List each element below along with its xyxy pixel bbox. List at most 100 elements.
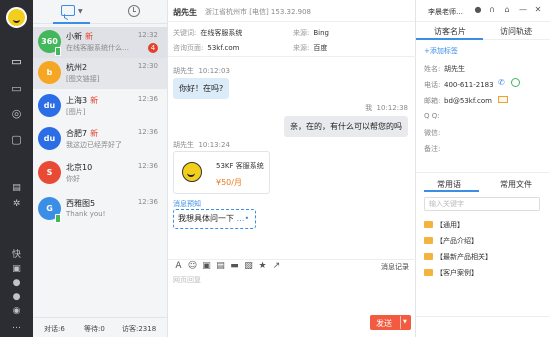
- phrase-folder[interactable]: 【产品介绍】: [424, 236, 478, 246]
- preview-label: 消息预知: [173, 200, 201, 208]
- close-icon[interactable]: ✕: [533, 5, 543, 15]
- contact-item[interactable]: b 杭州2 12:30 [图文链接]: [33, 58, 167, 89]
- phone-icon[interactable]: ✆: [498, 78, 507, 87]
- image-icon[interactable]: ▣: [201, 261, 212, 272]
- headset-icon[interactable]: ∩: [487, 5, 497, 15]
- list-tabs: ▼: [33, 0, 167, 24]
- star-icon[interactable]: ★: [257, 261, 268, 272]
- alert-icon[interactable]: ◉: [10, 305, 23, 318]
- share-icon[interactable]: ↗: [271, 261, 282, 272]
- message-meta: 我 10:12:38: [365, 104, 408, 112]
- chat-header: 胡先生 浙江省杭州市 [电信] 153.32.908: [168, 0, 415, 22]
- app-logo: [6, 7, 27, 28]
- contact-item[interactable]: du 合肥7 新 12:36 我这边已经弄好了: [33, 124, 167, 155]
- field-email: 邮箱: bd@53kf.com: [424, 97, 492, 105]
- tab-visit-track[interactable]: 访问轨迹: [500, 26, 532, 37]
- send-label: 发送: [376, 319, 392, 328]
- chevron-down-icon[interactable]: ▼: [403, 319, 407, 325]
- report-icon[interactable]: ▤: [10, 182, 23, 195]
- contacts-icon[interactable]: ●: [10, 277, 23, 290]
- folder-icon[interactable]: ▬: [229, 261, 240, 272]
- contact-name: 上海3: [66, 96, 88, 105]
- avatar: du: [38, 127, 61, 150]
- group-icon[interactable]: ▣: [10, 263, 23, 276]
- contact-item[interactable]: du 上海3 新 12:36 [图片]: [33, 91, 167, 122]
- bell-icon[interactable]: ⌂: [502, 5, 512, 15]
- phrase-folder[interactable]: 【通用】: [424, 220, 464, 230]
- send-button[interactable]: 发送 ▼: [370, 315, 411, 330]
- contact-time: 12:36: [137, 162, 158, 170]
- left-rail: ▭ ▭ ◎ ▢ ▤ ✲ 快 ▣ ● ● ◉ …: [0, 0, 33, 337]
- active-tab-indicator: [53, 22, 90, 24]
- user-icon[interactable]: ●: [10, 291, 23, 304]
- tab-common-phrases[interactable]: 常用语: [437, 179, 461, 190]
- divider: [168, 56, 416, 57]
- agent-name[interactable]: 李晨老师…: [428, 7, 463, 17]
- contact-time: 12:30: [137, 62, 158, 70]
- phrase-search-input[interactable]: 输入关键字: [424, 197, 540, 211]
- folder-icon: [424, 237, 433, 244]
- chat-icon[interactable]: ▭: [9, 55, 24, 68]
- contact-time: 12:36: [137, 95, 158, 103]
- emoji-icon[interactable]: ☺: [187, 261, 198, 272]
- tab-visitor-card[interactable]: 访客名片: [434, 26, 466, 37]
- chat-tab-icon[interactable]: [61, 5, 75, 16]
- waiting-count: 等待:0: [84, 325, 105, 333]
- product-card[interactable]: 53KF 客服系统 ¥50/月: [173, 151, 270, 194]
- folder-icon: [424, 269, 433, 276]
- monitor-icon[interactable]: ▭: [9, 82, 24, 95]
- contact-preview: 你好: [66, 175, 80, 183]
- field-qq[interactable]: Q Q:: [424, 112, 444, 120]
- active-tab-indicator: [416, 38, 483, 40]
- minimize-icon[interactable]: —: [518, 5, 528, 15]
- history-clock-icon[interactable]: [128, 5, 140, 17]
- mail-icon[interactable]: [498, 96, 508, 103]
- crm-icon[interactable]: ▢: [9, 133, 24, 146]
- product-price: ¥50/月: [216, 178, 242, 187]
- chevron-down-icon[interactable]: ▼: [78, 8, 83, 15]
- contact-preview: 在线客服系统什么…: [66, 44, 129, 52]
- avatar: b: [38, 61, 61, 84]
- target-icon[interactable]: ◎: [9, 107, 24, 120]
- folder-icon: [424, 253, 433, 260]
- edit-icon[interactable]: ▧: [243, 261, 254, 272]
- tab-common-files[interactable]: 常用文件: [500, 179, 532, 190]
- send-divider: [400, 316, 401, 329]
- visitor-location: 浙江省杭州市 [电信] 153.32.908: [205, 8, 311, 16]
- reply-input[interactable]: 网页回复: [173, 275, 201, 285]
- info-source-2: 来源: 百度: [293, 44, 328, 52]
- phrase-folder[interactable]: 【最新产品相关】: [424, 252, 492, 262]
- message-meta: 胡先生 10:13:24: [173, 141, 230, 149]
- contact-item[interactable]: S 北京10 12:36 你好: [33, 158, 167, 189]
- input-toolbar: A ☺ ▣ ▤ ▬ ▧ ★ ↗ 消息记录: [168, 259, 416, 273]
- contact-time: 12:36: [137, 198, 158, 206]
- contact-list: ▼ 360 小新新 12:32 在线客服系统什么… 4 b 杭州2 12:30 …: [33, 0, 168, 337]
- visitor-count: 访客:2318: [122, 325, 157, 333]
- avatar: S: [38, 161, 61, 184]
- fast-icon[interactable]: 快: [10, 249, 23, 262]
- contact-item[interactable]: 360 小新新 12:32 在线客服系统什么… 4: [33, 27, 167, 58]
- field-note[interactable]: 备注:: [424, 144, 444, 154]
- contact-preview: [图片]: [66, 108, 86, 116]
- phrase-folder[interactable]: 【客户案例】: [424, 268, 478, 278]
- status-dot-icon[interactable]: ●: [473, 5, 483, 15]
- active-tab-indicator: [424, 190, 479, 192]
- more-icon[interactable]: …: [10, 320, 23, 333]
- contact-preview: Thank you!: [66, 210, 106, 218]
- mobile-icon: [55, 214, 61, 223]
- new-tag: 新: [85, 32, 93, 41]
- wechat-icon[interactable]: [511, 78, 520, 87]
- add-tag-link[interactable]: +添加标签: [424, 46, 458, 56]
- new-tag: 新: [90, 129, 99, 138]
- history-link[interactable]: 消息记录: [381, 262, 409, 272]
- contact-name: 合肥7: [66, 129, 88, 138]
- settings-icon[interactable]: ✲: [10, 198, 23, 211]
- field-wechat[interactable]: 微信:: [424, 128, 444, 138]
- font-icon[interactable]: A: [173, 261, 184, 272]
- divider: [416, 316, 550, 317]
- contact-item[interactable]: G 西雅图5 12:36 Thank you!: [33, 194, 167, 225]
- contact-name: 西雅图5: [66, 199, 96, 208]
- contact-name: 杭州2: [66, 63, 88, 72]
- product-logo: [182, 162, 202, 182]
- screenshot-icon[interactable]: ▤: [215, 261, 226, 272]
